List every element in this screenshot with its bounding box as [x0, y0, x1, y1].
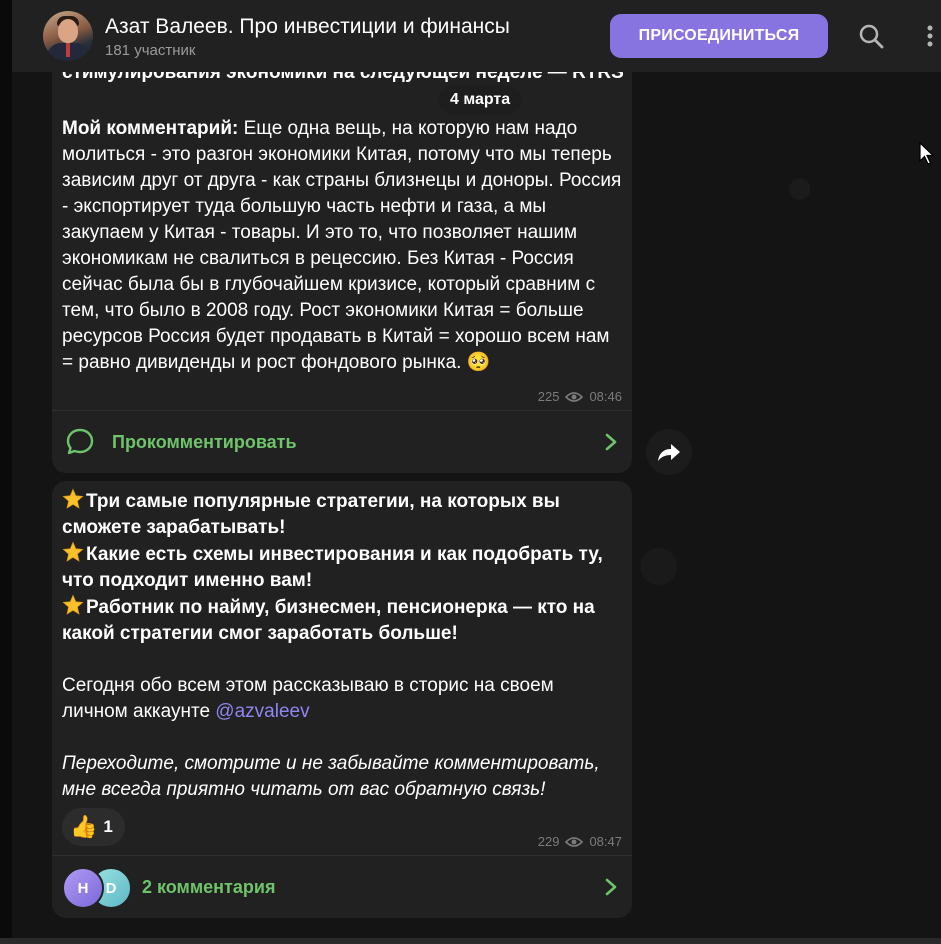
divider [52, 410, 632, 411]
mention-link[interactable]: @azvaleev [215, 701, 309, 722]
post-text: Три самые популярные стратегии, на котор… [62, 488, 622, 803]
comments-count-label: 2 комментария [142, 876, 276, 897]
search-icon[interactable] [857, 22, 885, 50]
member-count: 181 участник [105, 41, 196, 59]
star-emoji-icon [62, 488, 84, 509]
post-time: 08:46 [589, 389, 622, 404]
channel-title: Азат Валеев. Про инвестиции и финансы [105, 14, 510, 38]
comment-button[interactable]: Прокомментировать [52, 412, 632, 472]
post-body: Еще одна вещь, на которую нам надо молит… [62, 118, 622, 373]
commenter-avatar: H [62, 867, 104, 909]
share-button[interactable] [646, 429, 692, 475]
star-emoji-icon [62, 541, 84, 562]
reaction-count: 1 [103, 817, 113, 836]
channel-post[interactable]: стимулирования экономики на следующей не… [52, 40, 632, 473]
eye-icon [565, 836, 584, 847]
mouse-cursor-icon [919, 142, 935, 165]
channel-post[interactable]: Три самые популярные стратегии, на котор… [52, 481, 632, 918]
post-meta: 225 08:46 [538, 389, 622, 404]
post-italic-paragraph: Переходите, смотрите и не забывайте комм… [62, 753, 600, 800]
chevron-right-icon [605, 433, 617, 451]
join-button[interactable]: ПРИСОЕДИНИТЬСЯ [610, 14, 828, 58]
chat-header[interactable]: Азат Валеев. Про инвестиции и финансы 18… [12, 0, 941, 72]
comment-label: Прокомментировать [112, 431, 297, 452]
bottom-edge [0, 938, 941, 944]
channel-avatar[interactable] [43, 11, 93, 61]
eye-icon [565, 391, 584, 402]
share-arrow-icon [658, 444, 680, 461]
post-bullet: Работник по найму, бизнесмен, пенсионерк… [62, 594, 622, 647]
comments-button[interactable]: H D 2 комментария [52, 857, 632, 917]
post-meta: 229 08:47 [538, 834, 622, 849]
left-panel-edge [0, 0, 12, 944]
view-count: 225 [537, 389, 560, 404]
post-text: Мой комментарий: Еще одна вещь, на котор… [62, 116, 622, 376]
post-time: 08:47 [589, 834, 622, 849]
chevron-right-icon [605, 878, 617, 896]
post-bullet: Три самые популярные стратегии, на котор… [62, 488, 622, 541]
post-bullet: Какие есть схемы инвестирования и как по… [62, 541, 622, 594]
comment-prefix: Мой комментарий: [62, 118, 239, 139]
channel-title-block[interactable]: Азат Валеев. Про инвестиции и финансы 18… [105, 14, 510, 59]
thumbs-up-icon: 👍 [70, 814, 98, 839]
post-paragraph: Сегодня обо всем этом рассказываю в стор… [62, 675, 554, 722]
date-separator: 4 марта [438, 85, 523, 115]
view-count: 229 [537, 834, 560, 849]
comment-bubble-icon [66, 428, 94, 455]
divider [52, 855, 632, 856]
more-vertical-icon[interactable] [916, 22, 941, 50]
reaction-thumbs-up[interactable]: 👍 1 [62, 808, 125, 846]
star-emoji-icon [62, 594, 84, 615]
